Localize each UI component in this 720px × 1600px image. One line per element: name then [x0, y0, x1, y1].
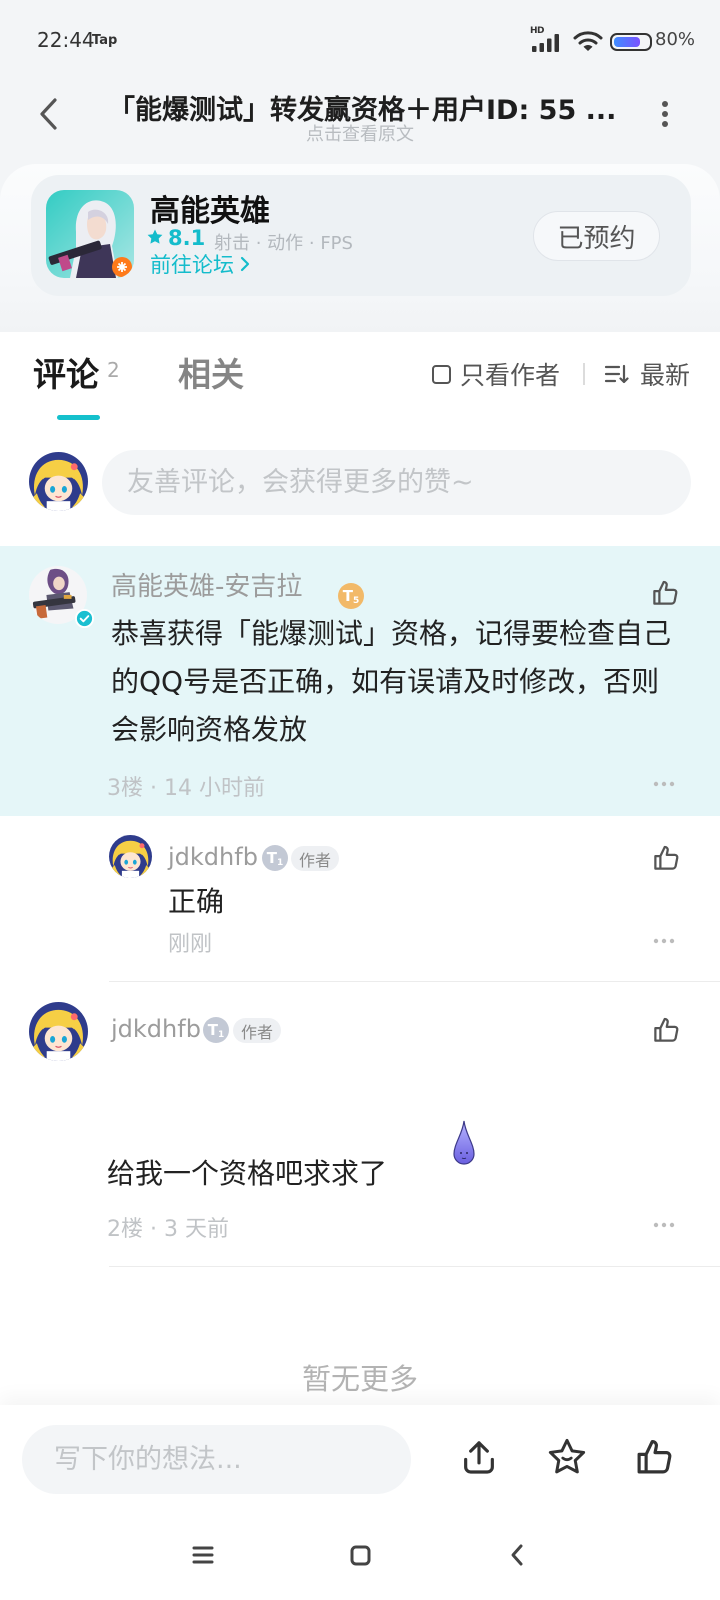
author-only-checkbox[interactable]: [432, 364, 451, 384]
avatar-image: [109, 835, 152, 878]
forum-link[interactable]: 前往论坛: [150, 250, 250, 278]
star-icon[interactable]: [546, 1436, 588, 1478]
more-vertical-icon[interactable]: [659, 100, 671, 128]
avatar-image: [29, 1002, 88, 1061]
author-tag-label: 作者: [298, 850, 331, 870]
active-tab-indicator: [57, 415, 100, 420]
share-icon[interactable]: [459, 1437, 499, 1477]
battery-icon: [610, 33, 652, 51]
my-avatar[interactable]: [29, 452, 88, 511]
game-icon[interactable]: [46, 190, 134, 278]
level-badge: T5: [338, 583, 364, 609]
tab-comments[interactable]: 评论 2: [33, 348, 120, 396]
avatar-image: [29, 452, 88, 511]
home-icon[interactable]: [350, 1545, 371, 1566]
battery-percent: 80%: [655, 29, 696, 50]
tab-related[interactable]: 相关: [178, 348, 244, 396]
level-number: 1: [217, 1030, 225, 1040]
comment-avatar[interactable]: [29, 1002, 88, 1061]
app-screen: 22:44 Tap HD 80% 「能爆测试」转发赢资格＋用户ID: 55 ..…: [0, 0, 720, 1600]
reply-text: 正确: [168, 885, 225, 918]
menu-icon[interactable]: [192, 1546, 214, 1564]
comment-author[interactable]: 高能英雄-安吉拉: [111, 566, 302, 603]
level-badge-letter: T: [207, 1021, 218, 1039]
comment-divider: [109, 1266, 720, 1267]
chevron-right-icon: [240, 256, 250, 272]
author-only-label: 只看作者: [460, 361, 561, 390]
rating-star-icon: [147, 229, 163, 244]
like-icon[interactable]: [651, 843, 681, 873]
comment-divider: [109, 981, 720, 982]
author-tag: 作者: [233, 1018, 281, 1043]
view-original-link[interactable]: 点击查看原文: [0, 120, 720, 146]
nav-back-icon[interactable]: [509, 1543, 525, 1567]
tab-related-label: 相关: [178, 355, 244, 394]
reserved-button-label: 已预约: [557, 223, 636, 254]
comment-text: 恭喜获得「能爆测试」资格，记得要检查自己的QQ号是否正确，如有误请及时修改，否则…: [111, 617, 672, 746]
level-badge: T1: [262, 845, 288, 871]
author-only-filter[interactable]: 只看作者: [432, 358, 560, 390]
game-name[interactable]: 高能英雄: [150, 186, 270, 230]
sort-label: 最新: [640, 361, 691, 390]
wifi-icon: [573, 31, 603, 51]
droplet-emoji-icon: [453, 1120, 475, 1165]
more-horizontal-icon[interactable]: [653, 938, 675, 944]
comment-meta: 3楼 · 14 小时前: [107, 776, 265, 801]
comment-author[interactable]: jdkdhfb: [111, 1015, 201, 1043]
end-of-list-label: 暂无更多: [301, 1362, 418, 1396]
status-app-indicator: Tap: [92, 33, 118, 48]
forum-link-label: 前往论坛: [150, 253, 234, 277]
game-rating: 8.1: [168, 226, 206, 250]
reply-meta: 刚刚: [168, 932, 213, 957]
like-icon[interactable]: [650, 578, 680, 608]
tab-comments-label: 评论: [33, 355, 99, 394]
thumbs-up-icon[interactable]: [633, 1436, 675, 1478]
reply-author[interactable]: jdkdhfb: [168, 843, 258, 871]
sort-button[interactable]: 最新: [604, 358, 690, 390]
like-icon[interactable]: [651, 1015, 681, 1045]
level-number: 5: [352, 596, 360, 606]
author-tag-label: 作者: [240, 1022, 273, 1042]
battery-fill: [614, 37, 641, 47]
level-badge: T1: [203, 1017, 229, 1043]
more-horizontal-icon[interactable]: [653, 1222, 675, 1228]
level-number: 1: [276, 858, 284, 868]
sort-icon: [604, 364, 629, 384]
level-badge-letter: T: [342, 587, 353, 605]
verified-badge-icon: [75, 609, 94, 628]
comment-text: 给我一个资格吧求求了: [107, 1157, 388, 1190]
more-horizontal-icon[interactable]: [653, 781, 675, 787]
signal-icon: [532, 34, 559, 52]
status-time: 22:44: [37, 28, 95, 52]
reply-input[interactable]: [22, 1425, 411, 1494]
reply-avatar[interactable]: [109, 835, 152, 878]
tab-comments-count: 2: [107, 358, 120, 382]
reserved-button[interactable]: 已预约: [533, 211, 660, 261]
game-icon-art: [46, 190, 134, 278]
comment-input[interactable]: [102, 450, 691, 515]
filter-divider: [583, 363, 585, 385]
level-badge-letter: T: [266, 849, 277, 867]
comment-meta: 2楼 · 3 天前: [107, 1217, 229, 1242]
author-tag: 作者: [291, 846, 339, 871]
